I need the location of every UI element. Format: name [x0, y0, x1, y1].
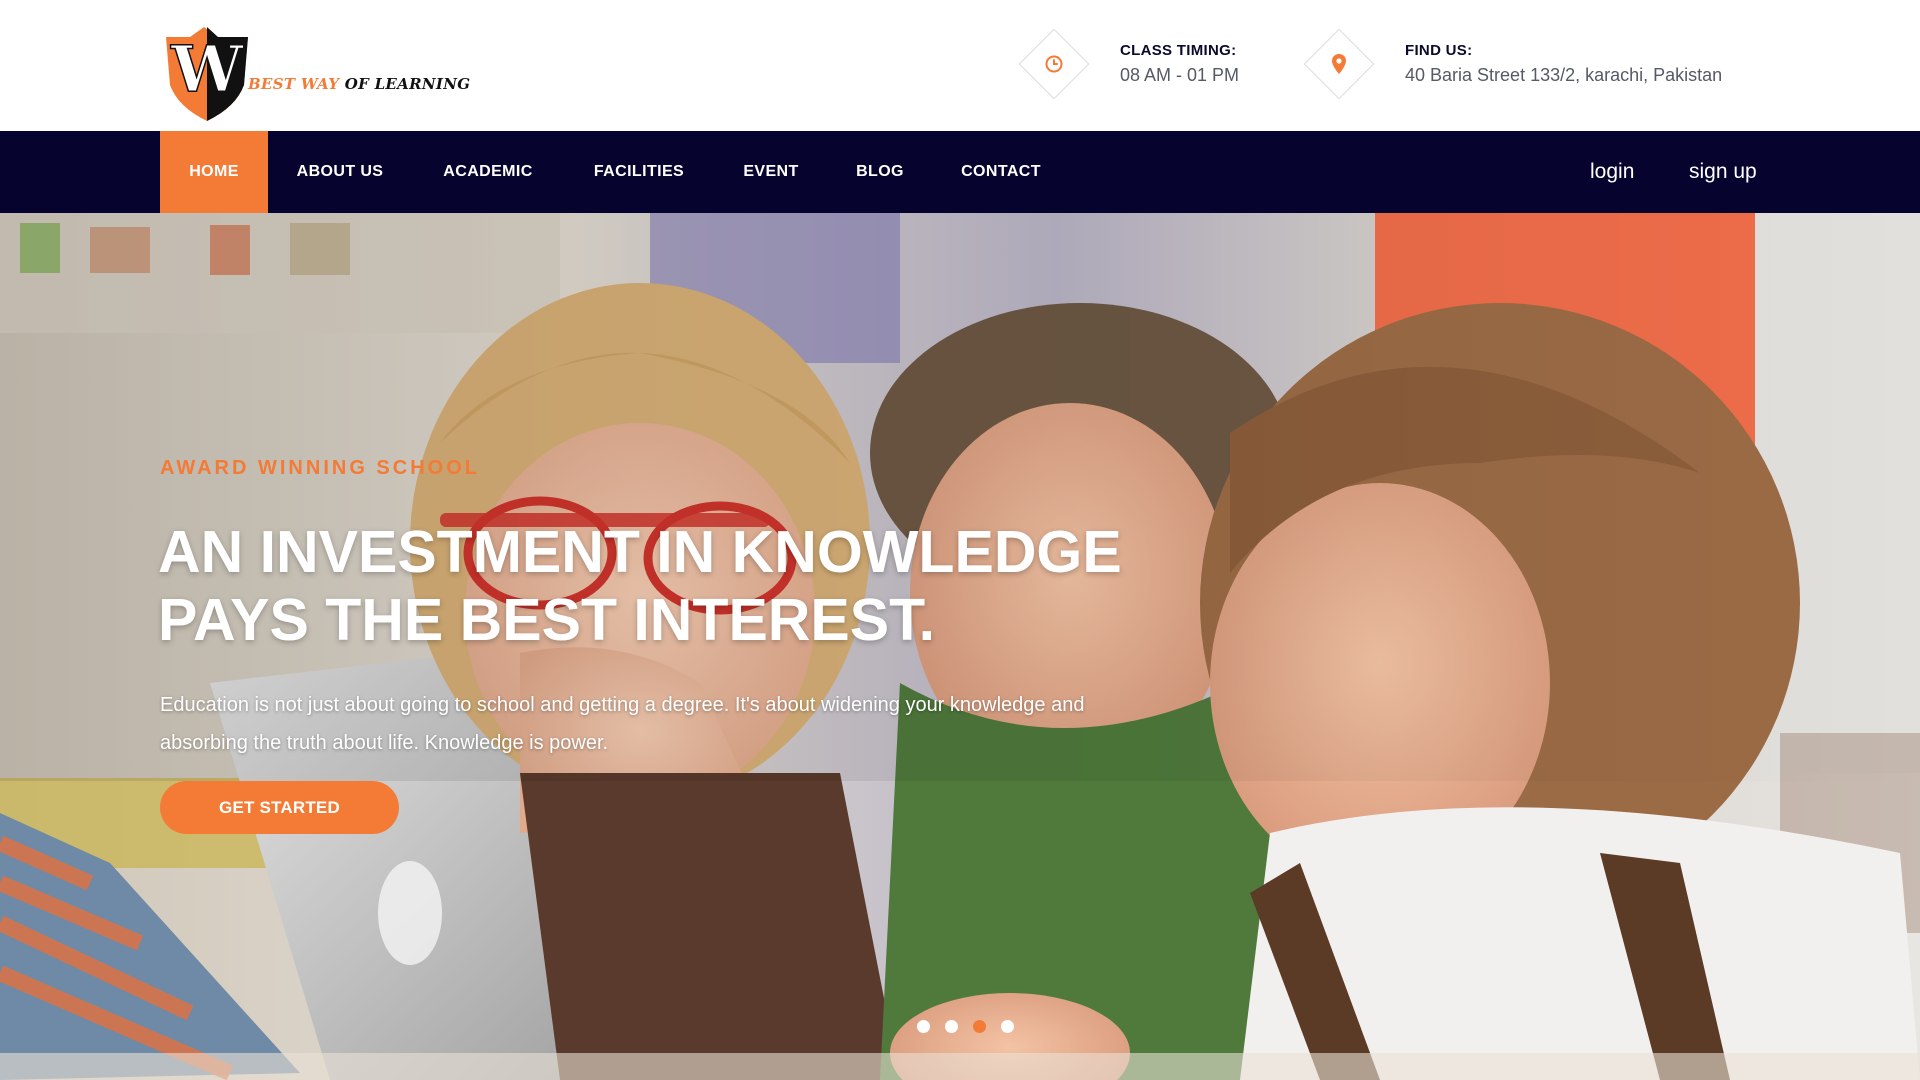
address-label: FIND US: — [1405, 42, 1473, 59]
signup-link[interactable]: sign up — [1689, 131, 1757, 213]
map-pin-icon — [1332, 54, 1346, 74]
main-nav: HOME ABOUT US ACADEMIC FACILITIES EVENT … — [0, 131, 1920, 213]
timing-label: CLASS TIMING: — [1120, 42, 1237, 59]
slider-dot-1[interactable] — [917, 1020, 930, 1033]
hero-eyebrow: AWARD WINNING SCHOOL — [160, 457, 480, 479]
logo-text-part1: BEST WAY — [248, 75, 340, 93]
nav-item-academic[interactable]: ACADEMIC — [412, 131, 564, 213]
clock-icon — [1045, 55, 1063, 73]
get-started-button[interactable]: GET STARTED — [160, 781, 399, 834]
nav-item-about-us[interactable]: ABOUT US — [268, 131, 412, 213]
nav-item-blog[interactable]: BLOG — [828, 131, 932, 213]
hero-slider: AWARD WINNING SCHOOL AN INVESTMENT IN KN… — [0, 213, 1920, 1080]
timing-icon-frame — [1011, 28, 1097, 100]
hero-title: AN INVESTMENT IN KNOWLEDGE PAYS THE BEST… — [158, 518, 1318, 654]
address-value: 40 Baria Street 133/2, karachi, Pakistan — [1405, 65, 1723, 85]
top-header: W BEST WAY OF LEARNING CLASS TIMING: 08 … — [0, 0, 1920, 131]
nav-item-home[interactable]: HOME — [160, 131, 268, 213]
hero-title-line-2: PAYS THE BEST INTEREST. — [158, 587, 935, 653]
logo-text: BEST WAY OF LEARNING — [248, 75, 470, 93]
slider-dot-3[interactable] — [973, 1020, 986, 1033]
slider-dot-4[interactable] — [1001, 1020, 1014, 1033]
slider-dots — [917, 1020, 1014, 1034]
timing-value: 08 AM - 01 PM — [1120, 65, 1240, 85]
logo-letter: W — [170, 32, 244, 107]
logo-text-part2: OF LEARNING — [344, 75, 471, 93]
slider-dot-2[interactable] — [945, 1020, 958, 1033]
shield-logo-icon: W — [166, 27, 248, 121]
find-us-info: FIND US: 40 Baria Street 133/2, karachi,… — [1296, 28, 1722, 100]
class-timing-info: CLASS TIMING: 08 AM - 01 PM — [1011, 28, 1239, 100]
logo[interactable]: W BEST WAY OF LEARNING — [160, 24, 470, 124]
nav-item-contact[interactable]: CONTACT — [932, 131, 1070, 213]
hero-description: Education is not just about going to sch… — [160, 694, 1085, 754]
address-icon-frame — [1296, 28, 1382, 100]
nav-item-facilities[interactable]: FACILITIES — [564, 131, 714, 213]
nav-item-event[interactable]: EVENT — [714, 131, 828, 213]
login-link[interactable]: login — [1590, 131, 1634, 213]
hero-title-line-1: AN INVESTMENT IN KNOWLEDGE — [158, 519, 1122, 585]
